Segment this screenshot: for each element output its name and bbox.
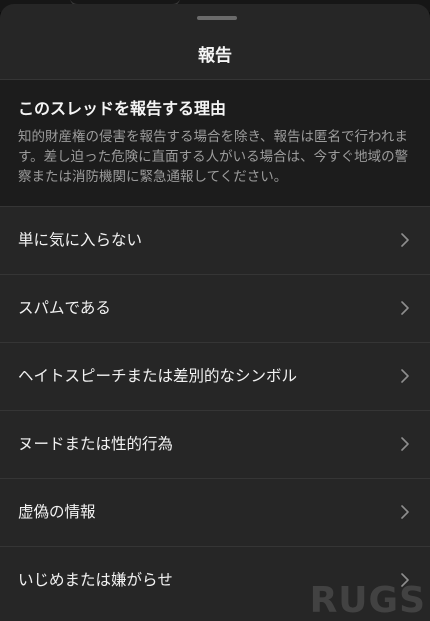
reason-item-false-information[interactable]: 虚偽の情報 <box>0 478 430 546</box>
reason-label: 単に気に入らない <box>18 231 143 249</box>
reason-item-dislike[interactable]: 単に気に入らない <box>0 206 430 274</box>
chevron-right-icon <box>401 369 409 383</box>
reason-label: いじめまたは嫌がらせ <box>18 571 173 589</box>
sheet-title: 報告 <box>198 46 232 66</box>
chevron-right-icon <box>401 437 409 451</box>
intro-heading: このスレッドを報告する理由 <box>18 99 227 118</box>
intro-description: 知的財産権の侵害を報告する場合を除き、報告は匿名で行われます。差し迫った危険に直… <box>18 129 409 185</box>
reason-label: ヌードまたは性的行為 <box>18 435 174 453</box>
reason-item-nudity[interactable]: ヌードまたは性的行為 <box>0 410 430 478</box>
sheet-grabber-handle[interactable] <box>197 16 237 20</box>
report-bottom-sheet: 報告 このスレッドを報告する理由 知的財産権の侵害を報告する場合を除き、報告は匿… <box>0 4 430 621</box>
reason-label: スパムである <box>18 299 111 317</box>
reason-item-spam[interactable]: スパムである <box>0 274 430 342</box>
chevron-right-icon <box>401 233 409 247</box>
report-reason-list: 単に気に入らない スパムである ヘイトスピーチまたは差別的なシンボル ヌードまた… <box>0 206 430 614</box>
reason-label: 虚偽の情報 <box>18 503 96 521</box>
watermark-logo: RUGS <box>309 580 426 621</box>
reason-label: ヘイトスピーチまたは差別的なシンボル <box>18 367 298 385</box>
chevron-right-icon <box>401 505 409 519</box>
chevron-right-icon <box>401 301 409 315</box>
reason-item-hate-speech[interactable]: ヘイトスピーチまたは差別的なシンボル <box>0 342 430 410</box>
report-intro-section: このスレッドを報告する理由 知的財産権の侵害を報告する場合を除き、報告は匿名で行… <box>0 80 430 206</box>
